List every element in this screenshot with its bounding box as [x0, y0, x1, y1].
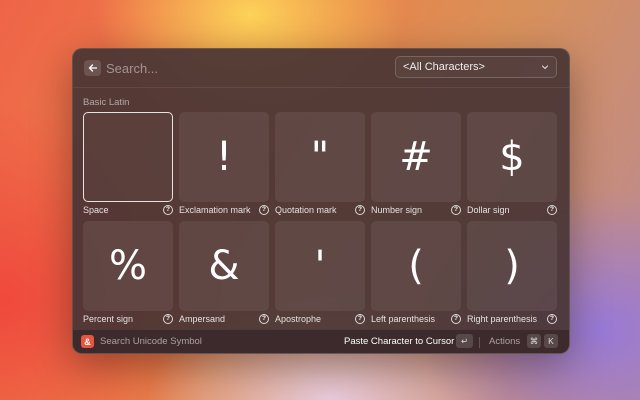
footer-title: Search Unicode Symbol — [100, 336, 202, 347]
help-icon[interactable]: ? — [547, 205, 557, 215]
chevron-down-icon — [541, 65, 549, 70]
character-cell-apostrophe[interactable]: ' Apostrophe? — [275, 221, 365, 324]
character-tile[interactable]: # — [371, 112, 461, 202]
arrow-left-icon — [88, 64, 97, 72]
character-glyph: ( — [408, 243, 424, 289]
extension-logo-icon: & — [81, 335, 94, 348]
character-tile[interactable]: " — [275, 112, 365, 202]
character-tile[interactable] — [83, 112, 173, 202]
character-tile[interactable]: ' — [275, 221, 365, 311]
help-icon[interactable]: ? — [451, 205, 461, 215]
back-button[interactable] — [84, 60, 101, 76]
character-name: Right parenthesis — [467, 314, 538, 324]
character-tile[interactable]: ! — [179, 112, 269, 202]
footer-divider — [479, 337, 480, 348]
help-icon[interactable]: ? — [259, 314, 269, 324]
character-cell-quotation-mark[interactable]: " Quotation mark? — [275, 112, 365, 215]
character-tile[interactable]: $ — [467, 112, 557, 202]
character-glyph: ! — [215, 134, 233, 180]
character-name: Space — [83, 205, 109, 215]
search-input[interactable] — [106, 58, 376, 78]
character-glyph: ) — [504, 243, 520, 289]
k-key-icon: K — [544, 334, 558, 348]
character-grid: Space? ! Exclamation mark? " Quotation m… — [83, 112, 559, 324]
help-icon[interactable]: ? — [547, 314, 557, 324]
return-key-icon: ↵ — [456, 334, 473, 348]
character-tile[interactable]: & — [179, 221, 269, 311]
section-title: Basic Latin — [83, 97, 130, 108]
command-key-icon: ⌘ — [527, 334, 541, 348]
character-name: Ampersand — [179, 314, 226, 324]
character-tile[interactable]: ( — [371, 221, 461, 311]
character-glyph: & — [208, 243, 240, 289]
unicode-search-window: <All Characters> Basic Latin Space? ! Ex… — [72, 48, 570, 354]
character-cell-right-parenthesis[interactable]: ) Right parenthesis? — [467, 221, 557, 324]
character-cell-number-sign[interactable]: # Number sign? — [371, 112, 461, 215]
character-name: Apostrophe — [275, 314, 322, 324]
dropdown-selected-value: <All Characters> — [403, 61, 485, 73]
character-glyph: " — [310, 134, 330, 180]
character-name: Dollar sign — [467, 205, 510, 215]
character-glyph: $ — [499, 134, 525, 180]
character-cell-space[interactable]: Space? — [83, 112, 173, 215]
character-glyph: # — [399, 134, 433, 180]
character-cell-percent-sign[interactable]: % Percent sign? — [83, 221, 173, 324]
character-cell-left-parenthesis[interactable]: ( Left parenthesis? — [371, 221, 461, 324]
paste-character-action[interactable]: Paste Character to Cursor — [344, 336, 454, 347]
help-icon[interactable]: ? — [163, 314, 173, 324]
help-icon[interactable]: ? — [163, 205, 173, 215]
character-name: Left parenthesis — [371, 314, 436, 324]
search-bar: <All Characters> — [73, 49, 569, 88]
character-filter-dropdown[interactable]: <All Characters> — [395, 56, 557, 78]
character-tile[interactable]: ) — [467, 221, 557, 311]
character-name: Number sign — [371, 205, 423, 215]
character-cell-dollar-sign[interactable]: $ Dollar sign? — [467, 112, 557, 215]
character-name: Quotation mark — [275, 205, 337, 215]
action-footer: & Search Unicode Symbol Paste Character … — [73, 329, 569, 353]
help-icon[interactable]: ? — [259, 205, 269, 215]
character-tile[interactable]: % — [83, 221, 173, 311]
character-name: Percent sign — [83, 314, 134, 324]
help-icon[interactable]: ? — [451, 314, 461, 324]
character-cell-ampersand[interactable]: & Ampersand? — [179, 221, 269, 324]
character-cell-exclamation-mark[interactable]: ! Exclamation mark? — [179, 112, 269, 215]
actions-button[interactable]: Actions — [489, 336, 520, 347]
character-name: Exclamation mark — [179, 205, 251, 215]
help-icon[interactable]: ? — [355, 205, 365, 215]
help-icon[interactable]: ? — [355, 314, 365, 324]
character-glyph: ' — [314, 243, 326, 289]
character-glyph: % — [108, 243, 147, 289]
